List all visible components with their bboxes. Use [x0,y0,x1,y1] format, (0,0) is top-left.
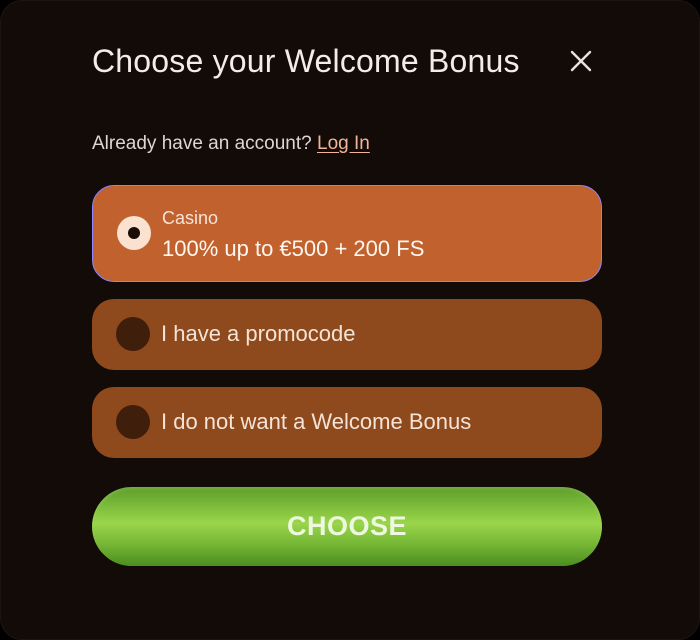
radio-unselected[interactable] [116,317,150,351]
option-label: 100% up to €500 + 200 FS [162,236,425,261]
option-no-bonus[interactable]: I do not want a Welcome Bonus [92,387,602,458]
option-casino-bonus[interactable]: Casino 100% up to €500 + 200 FS [92,185,602,282]
option-promocode[interactable]: I have a promocode [92,299,602,370]
close-icon [567,47,595,75]
login-link[interactable]: Log In [317,133,370,154]
login-prompt-text: Already have an account? [92,133,312,154]
close-button[interactable] [567,47,595,75]
radio-selected[interactable] [117,216,151,250]
login-prompt: Already have an account? Log In [92,132,370,156]
choose-button[interactable]: CHOOSE [92,487,602,566]
dialog-title: Choose your Welcome Bonus [92,43,520,79]
choose-button-label: CHOOSE [286,511,408,541]
option-label: I do not want a Welcome Bonus [161,409,472,434]
radio-unselected[interactable] [116,405,150,439]
option-sublabel: Casino [162,208,219,228]
option-label: I have a promocode [161,321,356,346]
welcome-bonus-dialog: Choose your Welcome Bonus Already have a… [0,0,700,640]
